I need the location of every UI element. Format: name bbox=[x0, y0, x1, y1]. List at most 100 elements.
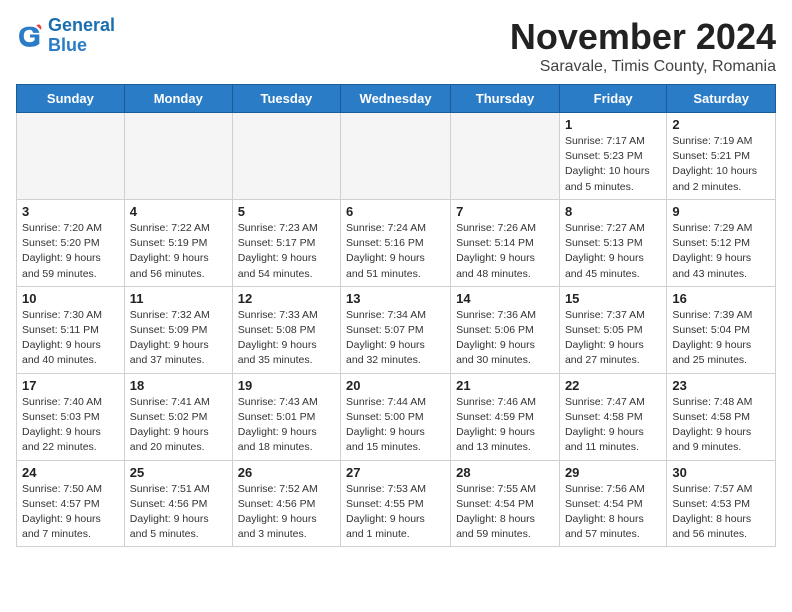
month-title: November 2024 bbox=[510, 16, 776, 58]
day-info: Sunrise: 7:56 AMSunset: 4:54 PMDaylight:… bbox=[565, 482, 661, 543]
calendar-header: SundayMondayTuesdayWednesdayThursdayFrid… bbox=[17, 85, 776, 113]
day-number: 10 bbox=[22, 291, 119, 306]
calendar-day-cell: 16 Sunrise: 7:39 AMSunset: 5:04 PMDayligh… bbox=[667, 286, 776, 373]
calendar-day-cell: 14 Sunrise: 7:36 AMSunset: 5:06 PMDayligh… bbox=[451, 286, 560, 373]
calendar-day-cell: 19Sunrise: 7:43 AMSunset: 5:01 PMDayligh… bbox=[232, 373, 340, 460]
day-info: Sunrise: 7:52 AMSunset: 4:56 PMDaylight:… bbox=[238, 482, 335, 543]
day-number: 11 bbox=[130, 291, 227, 306]
day-number: 8 bbox=[565, 204, 661, 219]
logo: General Blue bbox=[16, 16, 115, 56]
calendar-day-cell: 29 Sunrise: 7:56 AMSunset: 4:54 PMDayligh… bbox=[559, 460, 666, 547]
weekday-header: Tuesday bbox=[232, 85, 340, 113]
calendar-day-cell: 12 Sunrise: 7:33 AMSunset: 5:08 PMDayligh… bbox=[232, 286, 340, 373]
calendar-day-cell: 10 Sunrise: 7:30 AMSunset: 5:11 PMDayligh… bbox=[17, 286, 125, 373]
calendar-day-cell: 27 Sunrise: 7:53 AMSunset: 4:55 PMDayligh… bbox=[341, 460, 451, 547]
day-info: Sunrise: 7:46 AMSunset: 4:59 PMDaylight:… bbox=[456, 395, 554, 456]
day-info: Sunrise: 7:48 AMSunset: 4:58 PMDaylight:… bbox=[672, 395, 770, 456]
calendar-day-cell: 30 Sunrise: 7:57 AMSunset: 4:53 PMDayligh… bbox=[667, 460, 776, 547]
day-info: Sunrise: 7:39 AMSunset: 5:04 PMDaylight:… bbox=[672, 308, 770, 369]
calendar-day-cell: 2Sunrise: 7:19 AMSunset: 5:21 PMDaylight… bbox=[667, 113, 776, 200]
weekday-header: Wednesday bbox=[341, 85, 451, 113]
day-info: Sunrise: 7:55 AMSunset: 4:54 PMDaylight:… bbox=[456, 482, 554, 543]
calendar-day-cell: 9Sunrise: 7:29 AMSunset: 5:12 PMDaylight… bbox=[667, 199, 776, 286]
calendar-day-cell: 26 Sunrise: 7:52 AMSunset: 4:56 PMDayligh… bbox=[232, 460, 340, 547]
calendar-day-cell: 8 Sunrise: 7:27 AMSunset: 5:13 PMDaylight… bbox=[559, 199, 666, 286]
day-info: Sunrise: 7:19 AMSunset: 5:21 PMDaylight:… bbox=[672, 134, 770, 195]
calendar-week-row: 10 Sunrise: 7:30 AMSunset: 5:11 PMDayligh… bbox=[17, 286, 776, 373]
calendar-day-cell: 24 Sunrise: 7:50 AMSunset: 4:57 PMDayligh… bbox=[17, 460, 125, 547]
calendar-day-cell: 5 Sunrise: 7:23 AMSunset: 5:17 PMDaylight… bbox=[232, 199, 340, 286]
day-number: 18 bbox=[130, 378, 227, 393]
weekday-header: Friday bbox=[559, 85, 666, 113]
calendar-day-cell: 7Sunrise: 7:26 AMSunset: 5:14 PMDaylight… bbox=[451, 199, 560, 286]
day-number: 13 bbox=[346, 291, 445, 306]
day-info: Sunrise: 7:36 AMSunset: 5:06 PMDaylight:… bbox=[456, 308, 554, 369]
day-info: Sunrise: 7:41 AMSunset: 5:02 PMDaylight:… bbox=[130, 395, 227, 456]
day-info: Sunrise: 7:17 AMSunset: 5:23 PMDaylight:… bbox=[565, 134, 661, 195]
calendar-day-cell: 22Sunrise: 7:47 AMSunset: 4:58 PMDayligh… bbox=[559, 373, 666, 460]
day-info: Sunrise: 7:37 AMSunset: 5:05 PMDaylight:… bbox=[565, 308, 661, 369]
calendar-day-cell: 28 Sunrise: 7:55 AMSunset: 4:54 PMDayligh… bbox=[451, 460, 560, 547]
calendar-day-cell bbox=[451, 113, 560, 200]
day-info: Sunrise: 7:34 AMSunset: 5:07 PMDaylight:… bbox=[346, 308, 445, 369]
day-number: 16 bbox=[672, 291, 770, 306]
day-number: 15 bbox=[565, 291, 661, 306]
day-number: 3 bbox=[22, 204, 119, 219]
day-number: 29 bbox=[565, 465, 661, 480]
day-number: 27 bbox=[346, 465, 445, 480]
calendar-day-cell: 20Sunrise: 7:44 AMSunset: 5:00 PMDayligh… bbox=[341, 373, 451, 460]
day-info: Sunrise: 7:23 AMSunset: 5:17 PMDaylight:… bbox=[238, 221, 335, 282]
calendar-day-cell: 3 Sunrise: 7:20 AMSunset: 5:20 PMDaylight… bbox=[17, 199, 125, 286]
day-number: 28 bbox=[456, 465, 554, 480]
day-info: Sunrise: 7:51 AMSunset: 4:56 PMDaylight:… bbox=[130, 482, 227, 543]
logo-icon bbox=[16, 22, 44, 50]
day-info: Sunrise: 7:27 AMSunset: 5:13 PMDaylight:… bbox=[565, 221, 661, 282]
day-info: Sunrise: 7:44 AMSunset: 5:00 PMDaylight:… bbox=[346, 395, 445, 456]
weekday-header: Thursday bbox=[451, 85, 560, 113]
day-number: 12 bbox=[238, 291, 335, 306]
day-number: 6 bbox=[346, 204, 445, 219]
weekday-header: Saturday bbox=[667, 85, 776, 113]
calendar-day-cell bbox=[232, 113, 340, 200]
calendar-header-row: SundayMondayTuesdayWednesdayThursdayFrid… bbox=[17, 85, 776, 113]
calendar-day-cell: 15 Sunrise: 7:37 AMSunset: 5:05 PMDayligh… bbox=[559, 286, 666, 373]
day-info: Sunrise: 7:30 AMSunset: 5:11 PMDaylight:… bbox=[22, 308, 119, 369]
day-number: 25 bbox=[130, 465, 227, 480]
day-info: Sunrise: 7:20 AMSunset: 5:20 PMDaylight:… bbox=[22, 221, 119, 282]
day-info: Sunrise: 7:40 AMSunset: 5:03 PMDaylight:… bbox=[22, 395, 119, 456]
day-info: Sunrise: 7:26 AMSunset: 5:14 PMDaylight:… bbox=[456, 221, 554, 282]
day-info: Sunrise: 7:57 AMSunset: 4:53 PMDaylight:… bbox=[672, 482, 770, 543]
day-number: 24 bbox=[22, 465, 119, 480]
calendar-week-row: 3 Sunrise: 7:20 AMSunset: 5:20 PMDaylight… bbox=[17, 199, 776, 286]
day-number: 30 bbox=[672, 465, 770, 480]
calendar-day-cell: 21Sunrise: 7:46 AMSunset: 4:59 PMDayligh… bbox=[451, 373, 560, 460]
day-info: Sunrise: 7:24 AMSunset: 5:16 PMDaylight:… bbox=[346, 221, 445, 282]
weekday-header: Monday bbox=[124, 85, 232, 113]
day-number: 26 bbox=[238, 465, 335, 480]
day-info: Sunrise: 7:33 AMSunset: 5:08 PMDaylight:… bbox=[238, 308, 335, 369]
calendar-day-cell bbox=[124, 113, 232, 200]
calendar-day-cell: 1 Sunrise: 7:17 AMSunset: 5:23 PMDaylight… bbox=[559, 113, 666, 200]
day-number: 17 bbox=[22, 378, 119, 393]
day-number: 23 bbox=[672, 378, 770, 393]
day-number: 5 bbox=[238, 204, 335, 219]
title-area: November 2024 Saravale, Timis County, Ro… bbox=[510, 16, 776, 76]
calendar-week-row: 1 Sunrise: 7:17 AMSunset: 5:23 PMDaylight… bbox=[17, 113, 776, 200]
calendar-week-row: 24 Sunrise: 7:50 AMSunset: 4:57 PMDayligh… bbox=[17, 460, 776, 547]
day-info: Sunrise: 7:43 AMSunset: 5:01 PMDaylight:… bbox=[238, 395, 335, 456]
day-number: 9 bbox=[672, 204, 770, 219]
calendar-day-cell bbox=[17, 113, 125, 200]
day-number: 1 bbox=[565, 117, 661, 132]
calendar-week-row: 17 Sunrise: 7:40 AMSunset: 5:03 PMDayligh… bbox=[17, 373, 776, 460]
calendar-day-cell: 25 Sunrise: 7:51 AMSunset: 4:56 PMDayligh… bbox=[124, 460, 232, 547]
calendar-day-cell: 11Sunrise: 7:32 AMSunset: 5:09 PMDayligh… bbox=[124, 286, 232, 373]
day-info: Sunrise: 7:22 AMSunset: 5:19 PMDaylight:… bbox=[130, 221, 227, 282]
day-info: Sunrise: 7:53 AMSunset: 4:55 PMDaylight:… bbox=[346, 482, 445, 543]
location-subtitle: Saravale, Timis County, Romania bbox=[510, 58, 776, 76]
calendar-day-cell: 23 Sunrise: 7:48 AMSunset: 4:58 PMDayligh… bbox=[667, 373, 776, 460]
calendar-day-cell bbox=[341, 113, 451, 200]
day-number: 4 bbox=[130, 204, 227, 219]
calendar-day-cell: 17 Sunrise: 7:40 AMSunset: 5:03 PMDayligh… bbox=[17, 373, 125, 460]
day-number: 14 bbox=[456, 291, 554, 306]
day-info: Sunrise: 7:50 AMSunset: 4:57 PMDaylight:… bbox=[22, 482, 119, 543]
